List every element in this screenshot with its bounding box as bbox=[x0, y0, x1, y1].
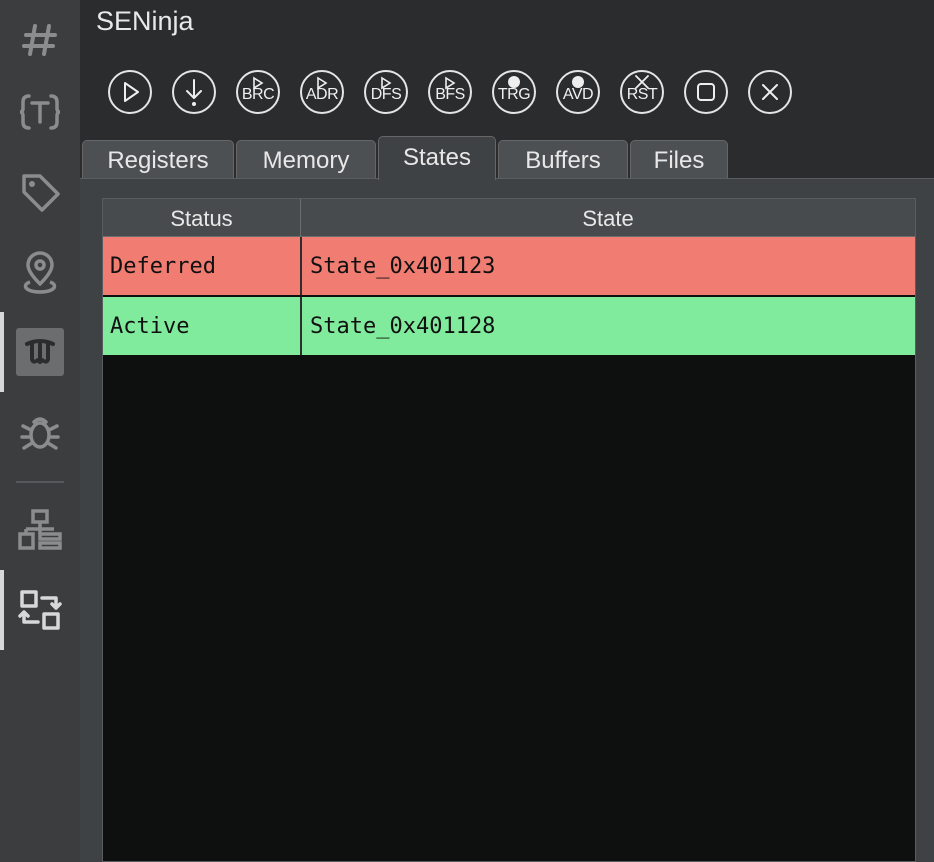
column-header-state[interactable]: State bbox=[301, 199, 915, 237]
sidebar-item-swap[interactable] bbox=[0, 570, 80, 650]
states-table: Status State Deferred State_0x401123 Act… bbox=[102, 198, 916, 862]
stop-button[interactable] bbox=[684, 70, 728, 114]
play-icon bbox=[124, 82, 139, 102]
play-button[interactable] bbox=[108, 70, 152, 114]
sidebar-item-hierarchy[interactable] bbox=[0, 490, 80, 570]
trg-button[interactable]: TRG bbox=[492, 70, 536, 114]
tab-buffers[interactable]: Buffers bbox=[498, 140, 628, 178]
state-cell: State_0x401123 bbox=[310, 254, 496, 279]
sidebar-item-locations[interactable] bbox=[0, 232, 80, 312]
tab-bar: Registers Memory States Buffers Files bbox=[80, 136, 934, 180]
app-title: SENinja bbox=[96, 6, 194, 36]
sidebar-item-debugger[interactable] bbox=[0, 392, 80, 472]
step-down-icon bbox=[186, 79, 202, 106]
bfs-label: BFS bbox=[435, 86, 465, 103]
hash-icon bbox=[22, 24, 57, 56]
stop-icon bbox=[697, 83, 715, 101]
avd-label: AVD bbox=[562, 86, 594, 103]
sidebar bbox=[0, 0, 80, 862]
sidebar-separator bbox=[16, 481, 64, 483]
rst-label: RST bbox=[626, 86, 658, 103]
tab-memory[interactable]: Memory bbox=[236, 140, 376, 178]
adr-button[interactable]: ADR bbox=[300, 70, 344, 114]
sidebar-item-tags[interactable] bbox=[0, 152, 80, 232]
status-cell: Deferred bbox=[103, 237, 302, 295]
sidebar-item-types[interactable] bbox=[0, 72, 80, 152]
tag-icon bbox=[22, 174, 60, 212]
types-icon bbox=[19, 94, 61, 130]
step-button[interactable] bbox=[172, 70, 216, 114]
avd-button[interactable]: AVD bbox=[556, 70, 600, 114]
dfs-button[interactable]: DFS bbox=[364, 70, 408, 114]
close-button[interactable] bbox=[748, 70, 792, 114]
table-header: Status State bbox=[103, 199, 915, 237]
tab-registers[interactable]: Registers bbox=[82, 140, 234, 178]
adr-label: ADR bbox=[305, 86, 339, 103]
swap-icon bbox=[18, 590, 62, 630]
status-cell: Active bbox=[103, 297, 302, 355]
bug-icon bbox=[20, 417, 60, 450]
column-header-status[interactable]: Status bbox=[103, 199, 301, 237]
toolbar: BRC ADR DFS BFS TRG AVD RST bbox=[80, 50, 934, 138]
brc-label: BRC bbox=[241, 86, 275, 103]
close-icon bbox=[762, 84, 778, 100]
hierarchy-icon bbox=[18, 509, 62, 550]
tab-files[interactable]: Files bbox=[630, 140, 728, 178]
state-cell: State_0x401128 bbox=[310, 314, 496, 339]
seninja-logo-icon bbox=[25, 339, 55, 364]
bfs-button[interactable]: BFS bbox=[428, 70, 472, 114]
table-row[interactable]: Deferred State_0x401123 bbox=[103, 237, 915, 297]
trg-label: TRG bbox=[497, 86, 531, 103]
sidebar-item-seninja[interactable] bbox=[0, 312, 80, 392]
location-pin-icon bbox=[23, 251, 57, 294]
rst-button[interactable]: RST bbox=[620, 70, 664, 114]
sidebar-item-hash[interactable] bbox=[0, 0, 80, 80]
dfs-label: DFS bbox=[370, 86, 402, 103]
brc-button[interactable]: BRC bbox=[236, 70, 280, 114]
tab-states[interactable]: States bbox=[378, 136, 496, 180]
table-row[interactable]: Active State_0x401128 bbox=[103, 297, 915, 357]
